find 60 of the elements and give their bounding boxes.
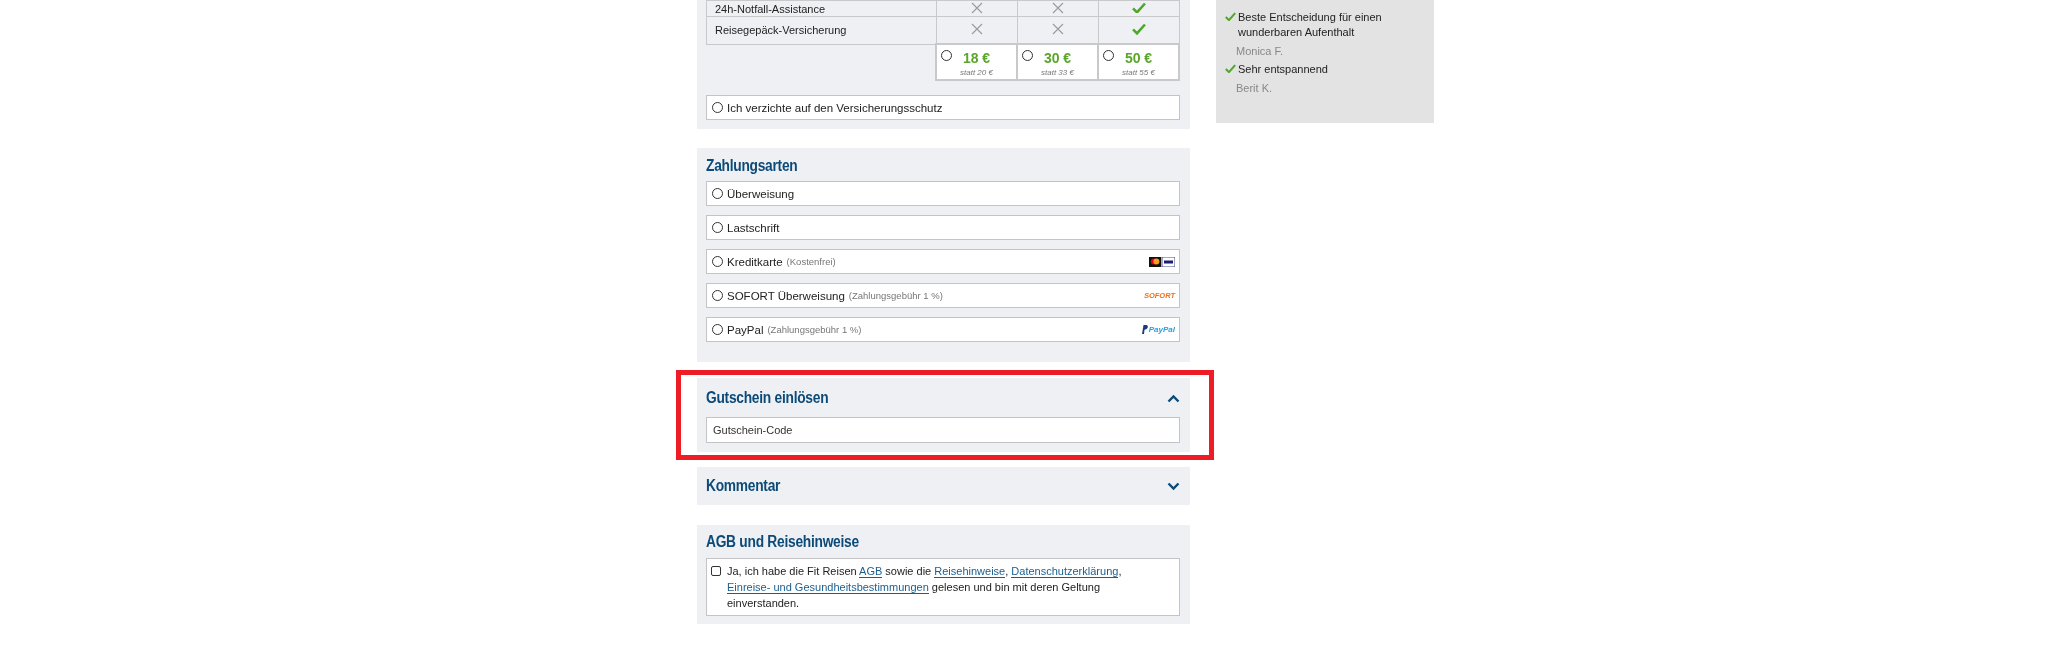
table-cell: Reisegepäck-Versicherung [706, 16, 936, 44]
option-label: Ich verzichte auf den Versicherungsschutz [727, 101, 943, 114]
section-title: AGB und Reisehinweise [706, 533, 860, 551]
section-title: Zahlungsarten [706, 157, 799, 175]
option-label: Lastschrift [727, 221, 780, 234]
old-price: statt 33 € [1041, 68, 1074, 77]
review-quote: Beste Entscheidung für einen wunderbaren Aufenthalt [1238, 10, 1383, 40]
old-price: statt 55 € [1122, 68, 1155, 77]
table-cell: 24h-Notfall-Assistance [706, 0, 936, 17]
review-author: Monica F. [1235, 45, 1285, 57]
option-label: Überweisung [727, 187, 795, 200]
paypal-logo: PayPal [1140, 325, 1175, 334]
radio-button[interactable] [1022, 50, 1033, 61]
old-price: statt 20 € [960, 68, 993, 77]
cross-icon [970, 1, 983, 14]
radio-button[interactable] [712, 188, 723, 199]
option-label: PayPal [727, 323, 764, 336]
section-title[interactable]: Gutschein einlösen [706, 389, 829, 407]
terms-link[interactable]: Reisehinweise [934, 565, 1006, 578]
payment-option[interactable]: Überweisung [706, 181, 1180, 206]
check-icon [1131, 1, 1146, 14]
cross-icon [1051, 1, 1064, 14]
check-icon [1225, 64, 1236, 74]
radio-button[interactable] [712, 324, 723, 335]
review-author: Berit K. [1235, 82, 1274, 94]
radio-button[interactable] [941, 50, 952, 61]
radio-button[interactable] [712, 290, 723, 301]
plan-price: 50 € [1124, 50, 1153, 66]
plan-option[interactable]: 18 € statt 20 € [936, 44, 1017, 80]
section-title[interactable]: Kommentar [706, 477, 781, 495]
option-label: Kreditkarte [727, 255, 783, 268]
radio-button[interactable] [1103, 50, 1114, 61]
plan-price: 18 € [962, 50, 991, 66]
terms-link[interactable]: AGB [859, 565, 883, 578]
decline-option[interactable]: Ich verzichte auf den Versicherungsschutz [706, 95, 1180, 120]
payment-option[interactable]: Kreditkarte (Kostenfrei) [706, 249, 1180, 274]
checkbox[interactable] [711, 566, 721, 576]
cross-icon [970, 23, 983, 35]
chevron-up-icon[interactable] [1167, 393, 1180, 403]
review-quote: Sehr entspannend [1238, 62, 1328, 77]
terms-text: Ja, ich habe die Fit Reisen AGB sowie die Reisehinweise, Datenschutzerklärung, Einreise- und Gesundheitsbestimmungen gelesen und bin mit deren Geltung einverstanden. [727, 564, 1123, 611]
plan-price: 30 € [1043, 50, 1072, 66]
fee-note: (Zahlungsgebühr 1 %) [848, 290, 943, 301]
check-icon [1131, 23, 1146, 35]
fee-note: (Zahlungsgebühr 1 %) [767, 324, 862, 335]
payment-option[interactable]: Lastschrift [706, 215, 1180, 240]
cross-icon [1051, 23, 1064, 35]
voucher-code-field[interactable]: Gutschein-Code [706, 417, 1180, 443]
check-icon [1225, 12, 1236, 22]
payment-option[interactable]: PayPal (Zahlungsgebühr 1 %) PayPal [706, 317, 1180, 342]
fee-note: (Kostenfrei) [786, 256, 836, 267]
chevron-down-icon[interactable] [1167, 481, 1180, 491]
option-label: SOFORT Überweisung [727, 289, 845, 302]
terms-link[interactable]: Einreise- und Gesundheitsbestimmungen [727, 581, 929, 594]
radio-button[interactable] [712, 256, 723, 267]
radio-button[interactable] [712, 102, 723, 113]
plan-option[interactable]: 30 € statt 33 € [1017, 44, 1098, 80]
plan-option[interactable]: 50 € statt 55 € [1098, 44, 1179, 80]
card-logos-icon [1149, 256, 1175, 267]
radio-button[interactable] [712, 222, 723, 233]
